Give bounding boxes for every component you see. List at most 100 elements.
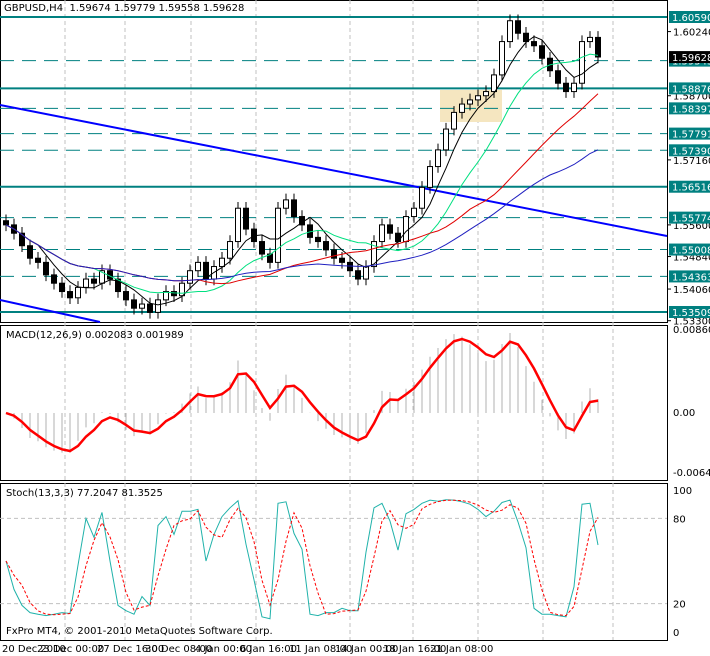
candle-body [291, 199, 297, 218]
chart-header: GBPUSD,H4 1.59674 1.59779 1.59558 1.5962… [4, 3, 244, 14]
moving-average-5 [5, 36, 599, 306]
candle-body [259, 241, 265, 255]
candle-body [171, 291, 177, 297]
candle-body [579, 41, 585, 84]
time-label: 23 Dec 00:00 [37, 644, 104, 655]
price-badge-label: 1.53509 [672, 308, 710, 319]
candle-body [483, 91, 489, 97]
price-badge-label: 1.55008 [672, 246, 710, 257]
stoch-scale-label: 0 [673, 628, 679, 639]
candle-body [43, 261, 49, 276]
price-badge-label: 1.57390 [672, 146, 710, 157]
chart-canvas[interactable]: 20 Dec 201023 Dec 00:0027 Dec 16:0030 De… [0, 0, 710, 656]
candle-body [179, 282, 185, 297]
price-tick-label: 1.60240 [673, 28, 710, 39]
time-label: 21 Jan 08:00 [430, 644, 493, 655]
candle-body [427, 166, 433, 188]
candle-body [395, 232, 401, 243]
price-badge-label: 1.58397 [672, 104, 710, 115]
stoch-panel-frame [0, 483, 668, 641]
price-tick-label: 1.54060 [673, 285, 710, 296]
candle-body [227, 241, 233, 259]
candle-body [139, 303, 145, 309]
stoch-scale-label: 20 [673, 600, 686, 611]
macd-scale-label: 0.00 [673, 408, 695, 419]
macd-title: MACD(12,26,9) 0.002083 0.001989 [6, 330, 184, 341]
candle-body [315, 236, 321, 243]
price-badge-label: 1.56516 [672, 183, 710, 194]
candle-body [123, 291, 129, 301]
candle-body [491, 74, 497, 93]
candle-body [571, 82, 577, 93]
candle-body [331, 249, 337, 259]
candle-body [59, 282, 65, 293]
candle-body [435, 149, 441, 168]
candle-body [339, 257, 345, 263]
candle-body [323, 241, 329, 251]
candle-body [363, 266, 369, 280]
stoch-signal-line [5, 499, 599, 617]
moving-average-25 [5, 93, 599, 285]
candle-body [379, 224, 385, 243]
candle-body [507, 20, 513, 43]
candle-body [275, 207, 281, 263]
price-tick-label: 1.57160 [673, 156, 710, 167]
candle-body [83, 278, 89, 288]
candle-body [419, 186, 425, 209]
candle-body [195, 261, 201, 272]
candle-body [91, 278, 97, 284]
candle-body [499, 41, 505, 76]
candle-body [531, 41, 537, 47]
candle-body [155, 299, 161, 313]
price-badge-label: 1.60590 [672, 13, 710, 24]
candle-body [467, 99, 473, 105]
price-badge-label: 1.55774 [672, 214, 710, 225]
macd-scale-label: -0.00646 [673, 468, 710, 479]
candle-body [27, 245, 33, 259]
current-price-label: 1.59628 [672, 53, 710, 64]
candle-body [355, 270, 361, 280]
candle-body [587, 36, 593, 43]
stoch-title: Stoch(13,3,3) 77.2047 81.3525 [6, 488, 163, 499]
stoch-main-line [5, 499, 599, 620]
candle-body [563, 82, 569, 93]
candle-body [219, 257, 225, 268]
macd-scale-label: 0.00860 [673, 325, 710, 336]
candle-body [3, 220, 9, 226]
candle-body [539, 45, 545, 59]
price-badge-label: 1.57791 [672, 130, 710, 141]
candle-body [147, 303, 153, 313]
candle-body [75, 286, 81, 299]
candle-body [443, 128, 449, 151]
candle-body [387, 224, 393, 234]
stoch-scale-label: 100 [673, 486, 692, 497]
copyright-label: FxPro MT4, © 2001-2010 MetaQuotes Softwa… [6, 626, 273, 637]
candle-body [67, 291, 73, 299]
candle-body [515, 20, 521, 34]
price-badge-label: 1.58876 [672, 84, 710, 95]
candle-body [411, 207, 417, 218]
stoch-scale-label: 80 [673, 514, 686, 525]
candle-body [555, 70, 561, 84]
candle-body [451, 111, 457, 130]
candle-body [187, 270, 193, 284]
moving-average-12 [5, 53, 599, 294]
candle-body [403, 216, 409, 243]
macd-signal-line [5, 337, 599, 453]
macd-panel-frame [0, 325, 668, 481]
symbol-label: GBPUSD,H4 [4, 3, 64, 14]
candle-body [243, 207, 249, 230]
ohlc-readout: 1.59674 1.59779 1.59558 1.59628 [69, 3, 245, 14]
candle-body [35, 257, 41, 263]
candle-body [523, 32, 529, 43]
candle-body [131, 299, 137, 309]
price-badge-label: 1.54363 [672, 272, 710, 283]
candle-body [51, 274, 57, 284]
candle-body [459, 103, 465, 113]
candle-body [283, 199, 289, 209]
candle-body [235, 207, 241, 243]
trend-line [0, 104, 668, 237]
candle-body [595, 36, 601, 58]
mt4-chart-window: 20 Dec 2010 23 Dec 00:00 27 Dec 16:00 30 De… [0, 0, 710, 656]
candle-body [475, 95, 481, 101]
